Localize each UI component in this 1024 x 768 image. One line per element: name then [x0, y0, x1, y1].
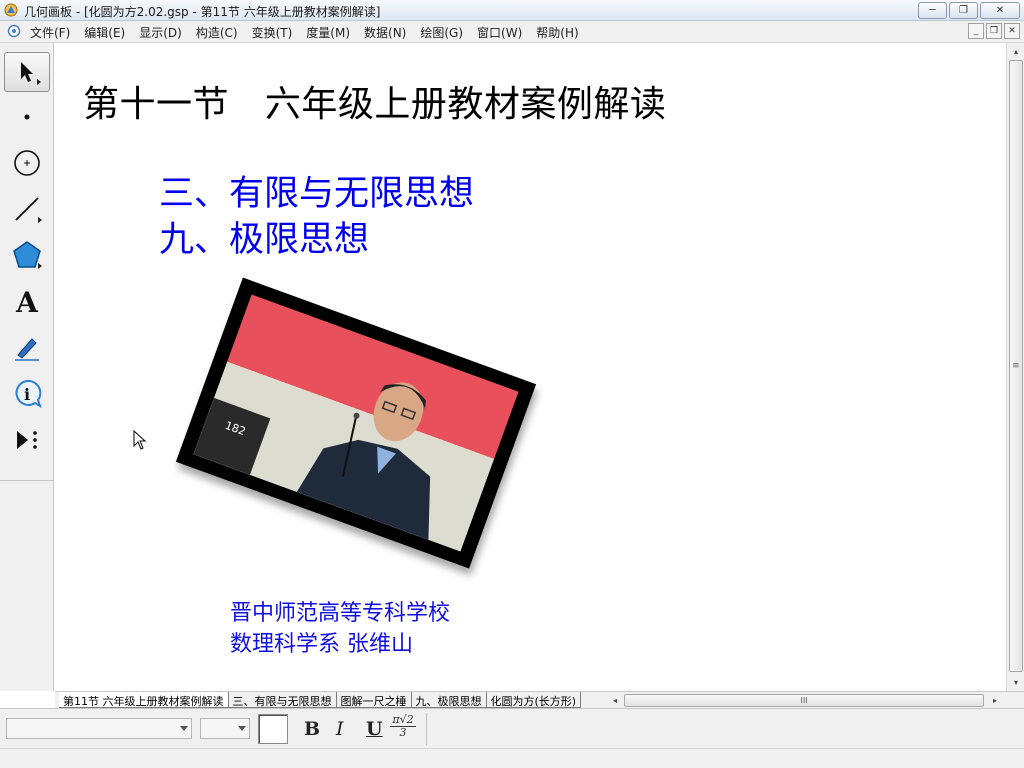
minimize-button[interactable]: ─ — [918, 2, 947, 19]
speaker-photo-illustration: 182 — [193, 362, 494, 552]
italic-button[interactable]: I — [336, 718, 344, 740]
vertical-scroll-thumb[interactable]: ≡ — [1009, 60, 1023, 672]
page-tab-5[interactable]: 化圆为方(长方形) — [486, 692, 582, 708]
close-icon: ✕ — [995, 5, 1005, 16]
tool-menu-triangle — [37, 79, 41, 85]
menu-window[interactable]: 窗口(W) — [477, 24, 522, 41]
scroll-grip-icon: ≡ — [1012, 361, 1020, 371]
page-tab-2[interactable]: 三、有限与无限思想 — [228, 692, 337, 708]
menu-transform[interactable]: 变换(T) — [252, 24, 293, 41]
information-tool[interactable]: i — [4, 374, 50, 414]
compass-icon — [14, 150, 40, 176]
scroll-down-button[interactable]: ▾ — [1007, 674, 1024, 690]
marker-tool[interactable] — [4, 328, 50, 368]
text-icon: A — [16, 285, 38, 319]
close-button[interactable]: ✕ — [980, 2, 1020, 19]
horizontal-scroll-thumb[interactable]: III — [624, 694, 984, 707]
toolbar-divider — [426, 713, 427, 745]
menu-graph[interactable]: 绘图(G) — [420, 24, 463, 41]
scroll-up-icon: ▴ — [1013, 46, 1018, 56]
select-arrow-icon — [21, 62, 33, 82]
menu-construct[interactable]: 构造(C) — [196, 24, 238, 41]
font-size-select[interactable] — [200, 718, 250, 739]
sketchpad-app-icon — [4, 3, 18, 17]
point-icon — [24, 114, 30, 120]
compass-tool[interactable] — [4, 143, 50, 183]
tool-menu-triangle — [38, 217, 42, 223]
minimize-icon: ─ — [929, 5, 936, 16]
polygon-tool[interactable] — [4, 235, 50, 275]
marker-icon — [15, 338, 39, 361]
scroll-down-icon: ▾ — [1013, 677, 1018, 687]
window-title: 几何画板 - [化圆为方2.02.gsp - 第11节 六年级上册教材案例解读] — [24, 5, 381, 19]
doc-close-icon: ✕ — [1008, 26, 1016, 36]
document-icon[interactable] — [7, 24, 21, 38]
math-format-icon-bottom: 3 — [399, 726, 407, 739]
maximize-button[interactable]: ❐ — [949, 2, 978, 19]
doc-restore-icon: ❐ — [989, 26, 999, 36]
speaker-photo: 182 — [175, 277, 537, 569]
chevron-down-icon — [180, 726, 188, 731]
heading-limit-link[interactable]: 九、极限思想 — [159, 211, 369, 262]
scroll-right-button[interactable]: ▸ — [988, 693, 1002, 708]
sketch-canvas[interactable]: 第十一节 六年级上册教材案例解读 三、有限与无限思想 九、极限思想 182 晋中… — [55, 43, 1006, 691]
custom-tools-button[interactable] — [4, 420, 50, 460]
doc-minimize-button[interactable]: _ — [968, 23, 984, 39]
tool-menu-triangle — [38, 263, 42, 269]
page-tab-1[interactable]: 第11节 六年级上册教材案例解读 — [59, 692, 229, 708]
text-color-well[interactable] — [258, 714, 288, 744]
status-bar — [0, 748, 1024, 768]
custom-tools-icon — [17, 431, 37, 449]
scroll-left-icon: ◂ — [612, 696, 617, 705]
hscroll-grip-icon: III — [800, 696, 808, 705]
straightedge-tool[interactable] — [4, 189, 50, 229]
page-title: 第十一节 六年级上册教材案例解读 — [83, 84, 667, 125]
page-tab-4[interactable]: 九、极限思想 — [411, 692, 487, 708]
doc-close-button[interactable]: ✕ — [1004, 23, 1020, 39]
menu-bar: 文件(F) 编辑(E) 显示(D) 构造(C) 变换(T) 度量(M) 数据(N… — [0, 21, 1024, 43]
text-tool[interactable]: A — [4, 282, 50, 322]
font-family-select[interactable] — [6, 718, 192, 739]
information-icon: i — [15, 379, 42, 409]
vertical-scrollbar[interactable]: ▴ ≡ ▾ — [1006, 43, 1024, 691]
title-bar: 几何画板 - [化圆为方2.02.gsp - 第11节 六年级上册教材案例解读]… — [0, 0, 1024, 21]
toolbox-divider — [0, 480, 54, 481]
scroll-up-button[interactable]: ▴ — [1007, 43, 1024, 59]
menu-number[interactable]: 数据(N) — [364, 24, 406, 41]
horizontal-scrollbar[interactable]: ◂ III ▸ — [608, 693, 1004, 708]
toolbox: A i — [0, 43, 54, 691]
doc-restore-button[interactable]: ❐ — [986, 23, 1002, 39]
scroll-left-button[interactable]: ◂ — [608, 693, 622, 708]
math-format-button[interactable]: π√2 3 — [390, 714, 416, 744]
mouse-cursor-icon — [133, 430, 147, 450]
author-department-name: 数理科学系 张维山 — [230, 632, 413, 657]
underline-button[interactable]: U — [366, 718, 383, 740]
doc-minimize-icon: _ — [973, 26, 979, 36]
menu-edit[interactable]: 编辑(E) — [84, 24, 125, 41]
speaker-photo-image: 182 — [193, 294, 519, 552]
scroll-right-icon: ▸ — [992, 696, 997, 705]
svg-text:i: i — [24, 385, 30, 404]
menu-help[interactable]: 帮助(H) — [536, 24, 578, 41]
chevron-down-icon — [238, 726, 246, 731]
menu-display[interactable]: 显示(D) — [139, 24, 182, 41]
page-tab-3[interactable]: 图解一尺之棰 — [336, 692, 412, 708]
selection-arrow-tool[interactable] — [4, 52, 50, 92]
maximize-icon: ❐ — [959, 5, 968, 16]
author-school: 晋中师范高等专科学校 — [230, 601, 451, 626]
bold-button[interactable]: B — [304, 718, 320, 740]
heading-finite-infinite-link[interactable]: 三、有限与无限思想 — [159, 165, 474, 216]
text-format-toolbar: B I U π√2 3 — [0, 708, 1024, 748]
page-tabs-bar: 第11节 六年级上册教材案例解读 三、有限与无限思想 图解一尺之棰 九、极限思想… — [55, 691, 1024, 708]
menu-file[interactable]: 文件(F) — [30, 24, 70, 41]
point-tool[interactable] — [4, 97, 50, 137]
menu-measure[interactable]: 度量(M) — [306, 24, 350, 41]
